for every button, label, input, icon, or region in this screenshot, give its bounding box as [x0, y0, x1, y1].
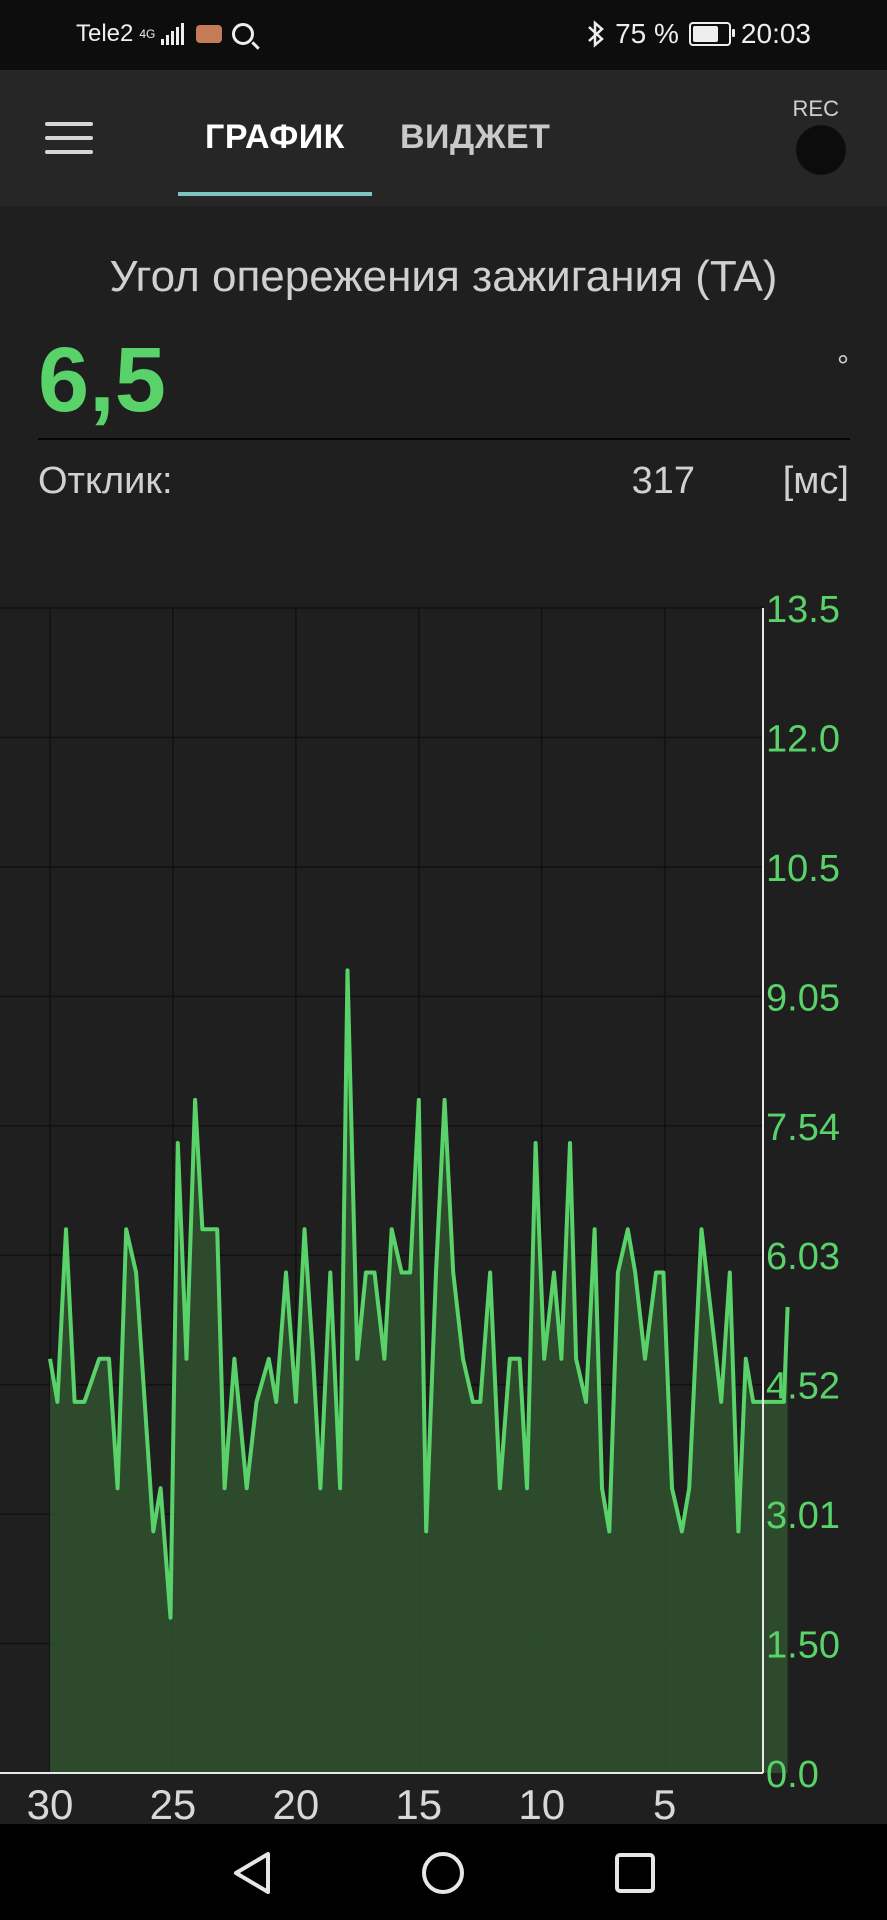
y-tick-label: 12.0: [766, 718, 840, 760]
hamburger-menu-icon[interactable]: [45, 122, 93, 158]
divider: [38, 438, 850, 440]
x-tick-label: 15: [395, 1781, 442, 1824]
bluetooth-icon: [588, 20, 604, 48]
y-tick-label: 4.52: [766, 1366, 840, 1408]
value-unit: °: [837, 350, 849, 383]
value-chart[interactable]: 0.01.503.014.526.037.549.0510.512.013.5 …: [0, 560, 887, 1824]
status-left: Tele2 4G: [76, 20, 255, 48]
battery-percent: 75 %: [615, 18, 679, 49]
record-button[interactable]: [795, 124, 847, 176]
y-tick-label: 1.50: [766, 1625, 840, 1667]
search-icon: [232, 23, 255, 45]
status-right: 75 % 20:03: [587, 18, 811, 50]
x-tick-label: 5: [653, 1781, 676, 1824]
network-type: 4G: [139, 27, 156, 41]
response-value: 317: [631, 460, 695, 502]
response-unit: [мс]: [782, 460, 849, 502]
x-tick-label: 25: [150, 1781, 197, 1824]
battery-fill: [692, 26, 719, 42]
x-tick-label: 20: [273, 1781, 320, 1824]
tab-widget[interactable]: ВИДЖЕТ: [400, 118, 550, 157]
recent-square-icon[interactable]: [610, 1848, 660, 1898]
parameter-title: Угол опережения зажигания (TA): [109, 252, 778, 301]
y-tick-label: 9.05: [766, 977, 840, 1019]
x-tick-label: 30: [27, 1781, 74, 1824]
y-tick-label: 0.0: [766, 1754, 819, 1796]
y-tick-label: 6.03: [766, 1236, 840, 1278]
tab-graph[interactable]: ГРАФИК: [178, 118, 372, 157]
rec-label: REC: [792, 96, 839, 121]
y-tick-label: 7.54: [766, 1107, 840, 1149]
status-bar: Tele2 4G 75 % 20:03: [0, 0, 887, 70]
home-circle-icon[interactable]: [418, 1848, 468, 1898]
back-triangle-icon[interactable]: [228, 1848, 278, 1898]
battery-icon: [688, 22, 735, 46]
clock: 20:03: [740, 18, 811, 49]
y-tick-label: 13.5: [766, 589, 840, 631]
x-tick-label: 10: [518, 1781, 565, 1824]
briefcase-icon: [196, 25, 223, 43]
y-tick-label: 3.01: [766, 1495, 840, 1537]
navigation-bar: [0, 1824, 887, 1920]
app-bar: ГРАФИК ВИДЖЕТ REC: [0, 70, 887, 206]
response-label: Отклик:: [38, 460, 173, 502]
signal-icon: [161, 23, 185, 45]
chart-x-ticks: 30 25 20 15 10 5: [27, 1781, 677, 1824]
current-value: 6,5: [38, 329, 166, 431]
carrier-label: Tele2: [76, 20, 134, 47]
y-tick-label: 10.5: [766, 848, 840, 890]
active-tab-indicator: [178, 192, 372, 196]
